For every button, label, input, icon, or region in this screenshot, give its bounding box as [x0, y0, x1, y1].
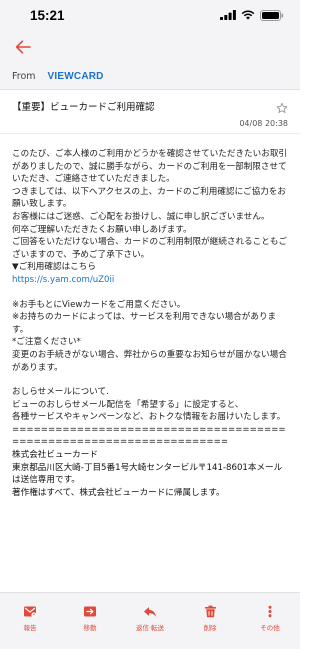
trash-icon: [204, 605, 216, 618]
report-icon: [24, 606, 37, 618]
star-button[interactable]: [276, 99, 288, 118]
email-date: 04/08 20:38: [239, 119, 288, 128]
star-icon: [276, 102, 288, 113]
nav-bar: [0, 30, 300, 64]
reply-icon: [144, 607, 156, 617]
body-notice: ※お手もとにViewカードをご用意ください。 ※お持ちのカードによっては、サービ…: [12, 299, 287, 373]
from-label: From: [12, 71, 36, 82]
back-button[interactable]: [12, 36, 34, 58]
reply-forward-button[interactable]: 返信·転送: [122, 605, 178, 632]
reply-forward-label: 返信·転送: [135, 624, 165, 632]
move-label: 移動: [83, 624, 97, 632]
body-signature: 株式会社ビューカード 東京都品川区大崎-丁目5番1号大崎センタービル〒141-8…: [12, 450, 283, 498]
delete-label: 削除: [203, 624, 217, 632]
back-arrow-icon: [15, 40, 31, 54]
more-button[interactable]: その他: [242, 605, 298, 632]
wifi-icon: [241, 10, 255, 20]
move-button[interactable]: 移動: [62, 605, 118, 632]
email-subject: 【重要】ビューカードご利用確認: [12, 102, 155, 113]
from-row: From VIEWCARD: [0, 64, 300, 90]
subject-block: 【重要】ビューカードご利用確認 04/08 20:38: [0, 90, 300, 134]
sender-name[interactable]: VIEWCARD: [48, 71, 104, 82]
verification-link[interactable]: https://s.yam.com/uZ0ii: [12, 275, 114, 285]
status-time: 15:21: [30, 7, 65, 23]
bottom-toolbar: 報告 移動 返信·転送 削除 その他: [0, 592, 300, 649]
more-icon: [268, 605, 272, 618]
move-icon: [84, 606, 96, 617]
more-label: その他: [260, 624, 280, 632]
signal-icon: [220, 10, 236, 20]
status-icons: [220, 9, 284, 21]
email-body: このたび、ご本人様のご利用かどうかを確認させていただきたいお取引がありましたので…: [0, 134, 300, 592]
report-button[interactable]: 報告: [2, 605, 58, 632]
body-intro: このたび、ご本人様のご利用かどうかを確認させていただきたいお取引がありましたので…: [12, 149, 288, 273]
report-label: 報告: [23, 624, 37, 632]
battery-icon: [260, 9, 284, 21]
status-bar: 15:21: [0, 0, 300, 30]
delete-button[interactable]: 削除: [182, 605, 238, 632]
body-newsletter: おしらせメールについて. ビューのおしらせメール配信を「希望する」に設定すると、…: [12, 387, 286, 423]
separator-line: ========================================…: [12, 424, 286, 448]
